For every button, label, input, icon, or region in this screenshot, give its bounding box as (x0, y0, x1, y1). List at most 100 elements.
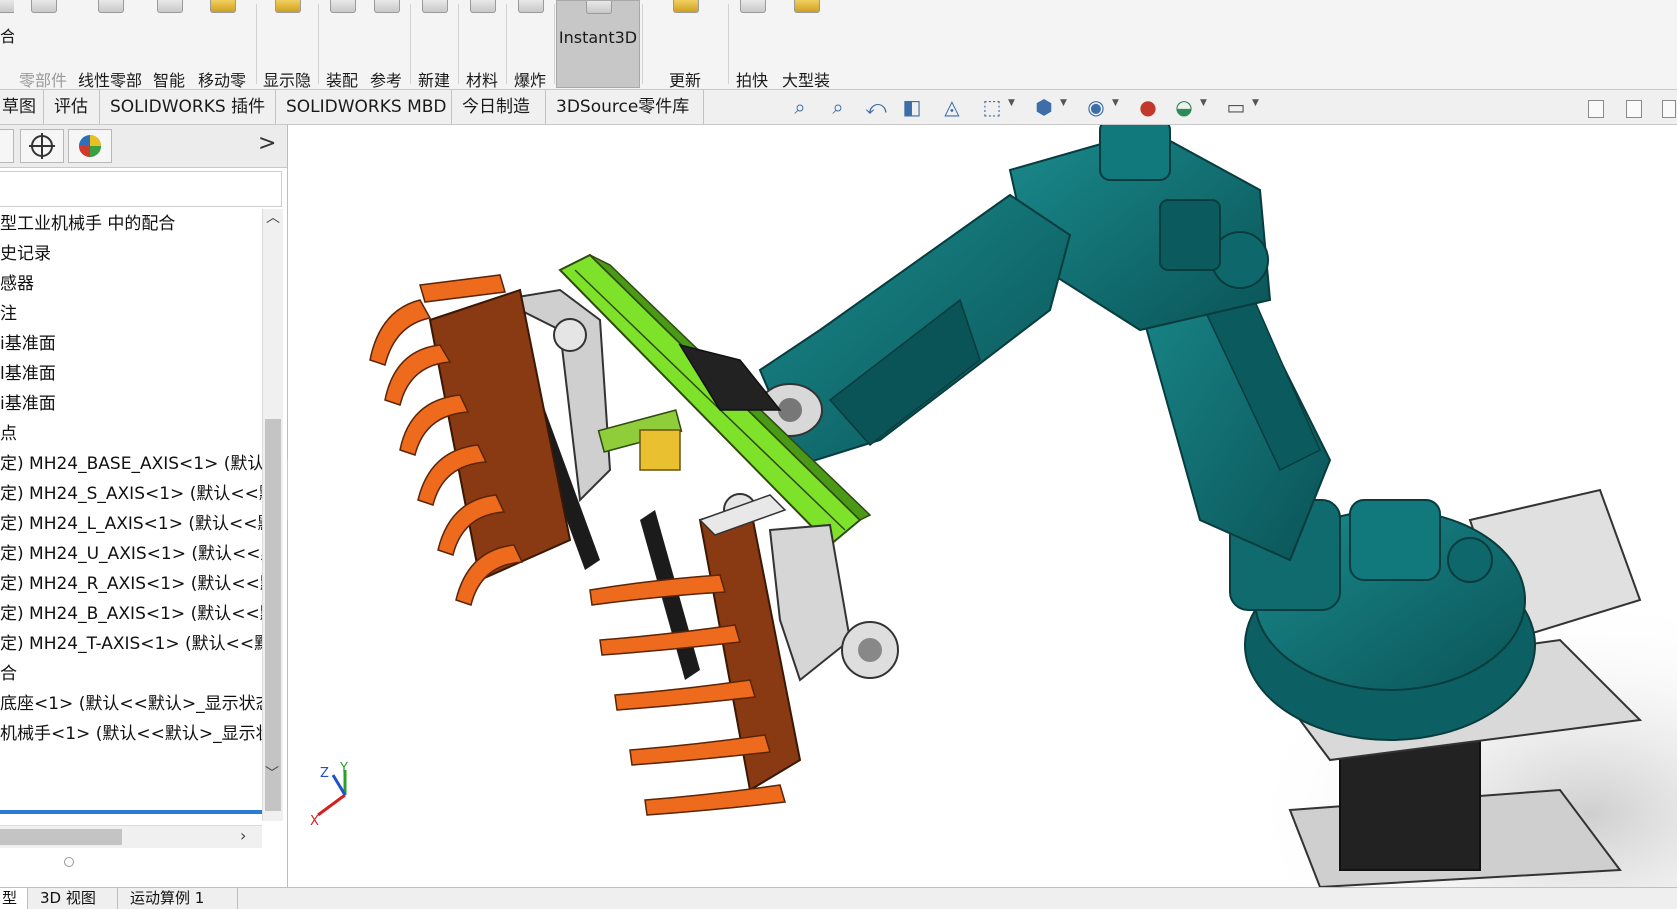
smart-fasteners-icon (157, 0, 183, 13)
show-hidden-components-button[interactable]: 显示隐 藏的零 部件 (258, 0, 316, 88)
snapshot-icon (740, 0, 766, 13)
bill-of-materials-button[interactable]: 材料 明细 表 (460, 0, 504, 88)
ribbon-label: Instant3D (558, 28, 638, 47)
dynamic-annotation-icon[interactable]: ◬ (938, 93, 966, 121)
ribbon-separator (554, 4, 555, 84)
move-component-button[interactable]: 移动零 部件 ▼ (192, 0, 252, 88)
tree-item-origin[interactable]: 点 (0, 419, 17, 449)
speedpak-icon (673, 0, 699, 13)
tab-evaluate[interactable]: 评估 (44, 90, 100, 124)
view-settings-icon[interactable]: ▭ (1222, 93, 1250, 121)
tab-motion-study-1[interactable]: 运动算例 1 (118, 888, 238, 909)
smart-fasteners-button[interactable]: 智能 扣件 (148, 0, 190, 88)
ribbon-label: 参考 几... (369, 71, 402, 88)
gripper-fork-left[interactable] (369, 274, 572, 606)
tree-vertical-scrollbar[interactable]: ︿ (262, 209, 283, 821)
maximize-pane-icon[interactable] (1626, 100, 1642, 118)
tree-item-front-plane[interactable]: i基准面 (0, 329, 56, 359)
feature-manager-icon[interactable] (0, 129, 14, 163)
close-pane-icon[interactable] (1662, 100, 1676, 118)
tree-item-mates-folder[interactable]: 合 (0, 659, 17, 689)
graphics-area[interactable]: X Y Z (288, 125, 1677, 887)
tab-sketch[interactable]: 草图 (0, 90, 44, 124)
tree-item-l-axis[interactable]: 定) MH24_L_AXIS<1> (默认<<默 (0, 509, 262, 539)
tree-item-base[interactable]: 底座<1> (默认<<默认>_显示状态 (0, 689, 262, 719)
view-orientation-icon[interactable]: ⬚ (978, 93, 1006, 121)
tree-item-sensors[interactable]: 感器 (0, 269, 34, 299)
previous-view-icon[interactable]: ⤺ (862, 93, 890, 121)
panel-grip-icon[interactable] (64, 857, 74, 867)
tree-rollback-bar[interactable] (0, 810, 262, 814)
hide-show-items-icon[interactable]: ◉ (1082, 93, 1110, 121)
tab-solidworks-mbd[interactable]: SOLIDWORKS MBD (276, 90, 452, 124)
tree-item-mates[interactable]: 型工业机械手 中的配合 (0, 209, 175, 239)
triad-x-label: X (310, 814, 319, 829)
chevron-down-icon[interactable]: ﹀ (262, 765, 282, 783)
property-manager-icon[interactable] (20, 129, 64, 163)
tree-item-right-plane[interactable]: i基准面 (0, 389, 56, 419)
ribbon-label: 显示隐 藏的零 部件 (262, 71, 311, 88)
tree-horizontal-scrollbar[interactable]: › (0, 825, 262, 848)
feature-manager-panel: > 型工业机械手 中的配合 史记录 感器 注 i基准面 l基准面 i基准面 点 … (0, 125, 288, 887)
triad-y-label: Y (339, 761, 348, 776)
tree-item-top-plane[interactable]: l基准面 (0, 359, 56, 389)
ribbon-separator (410, 4, 411, 84)
tree-item-u-axis[interactable]: 定) MH24_U_AXIS<1> (默认<<默 (0, 539, 262, 569)
exploded-view-button[interactable]: 爆炸 视图 ▼ (508, 0, 552, 88)
ribbon-label: 材料 明细 表 (465, 71, 498, 88)
chevron-down-icon[interactable]: ▼ (1200, 98, 1207, 108)
chevron-down-icon[interactable]: ▼ (1008, 98, 1015, 108)
apply-scene-icon[interactable]: ◒ (1170, 93, 1198, 121)
chevron-up-icon[interactable]: ︿ (263, 209, 283, 227)
display-manager-icon[interactable] (68, 129, 112, 163)
large-assembly-mode-button[interactable]: 大型装 配体模 式 (776, 0, 836, 88)
linear-pattern-icon (98, 0, 124, 13)
chevron-right-icon[interactable]: › (240, 826, 246, 846)
ribbon-separator (318, 4, 319, 84)
bom-icon (470, 0, 496, 13)
assembly-features-icon (330, 0, 356, 13)
robot-model[interactable]: X Y Z (288, 125, 1677, 887)
reference-geometry-button[interactable]: 参考 几... ▼ (364, 0, 408, 88)
tree-item-manipulator[interactable]: 机械手<1> (默认<<默认>_显示状 (0, 719, 262, 749)
motion-study-icon (422, 0, 448, 13)
scrollbar-thumb[interactable] (0, 829, 122, 845)
zoom-area-icon[interactable]: ⌕ (824, 93, 852, 121)
ribbon-label: 零部件 预览窗 口 (18, 71, 67, 88)
tree-item-annotations[interactable]: 注 (0, 299, 17, 329)
view-triad[interactable]: X Y Z (310, 761, 348, 829)
component-preview-window-button[interactable]: 零部件 预览窗 口 (12, 0, 74, 88)
edit-appearance-icon[interactable]: ● (1134, 93, 1162, 121)
feature-tree: 型工业机械手 中的配合 史记录 感器 注 i基准面 l基准面 i基准面 点 定)… (0, 209, 262, 887)
assembly-features-button[interactable]: 装配 体... ▼ (320, 0, 364, 88)
ribbon-separator (458, 4, 459, 84)
scrollbar-thumb[interactable] (265, 419, 281, 811)
display-style-icon[interactable]: ⬢ (1030, 93, 1058, 121)
instant3d-button[interactable]: Instant3D (556, 0, 640, 88)
tree-item-history[interactable]: 史记录 (0, 239, 51, 269)
tree-item-base-axis[interactable]: 定) MH24_BASE_AXIS<1> (默认< (0, 449, 262, 479)
linear-component-pattern-button[interactable]: 线性零部 件阵列 ▼ (74, 0, 146, 88)
chevron-down-icon[interactable]: ▼ (1112, 98, 1119, 108)
tree-item-r-axis[interactable]: 定) MH24_R_AXIS<1> (默认<<默 (0, 569, 262, 599)
section-view-icon[interactable]: ◧ (898, 93, 926, 121)
zoom-to-fit-icon[interactable]: ⌕ (786, 93, 814, 121)
tree-filter-input[interactable] (0, 171, 282, 207)
tab-solidworks-addins[interactable]: SOLIDWORKS 插件 (100, 90, 276, 124)
tree-item-s-axis[interactable]: 定) MH24_S_AXIS<1> (默认<<默 (0, 479, 262, 509)
ribbon-label: 装配 体... (325, 71, 358, 88)
new-motion-study-button[interactable]: 新建 运动 算例 (412, 0, 456, 88)
tab-manufacturing-today[interactable]: 今日制造 (452, 90, 546, 124)
tree-item-b-axis[interactable]: 定) MH24_B_AXIS<1> (默认<<默 (0, 599, 262, 629)
chevron-down-icon[interactable]: ▼ (1060, 98, 1067, 108)
tab-model[interactable]: 型 (0, 888, 28, 909)
tree-item-t-axis[interactable]: 定) MH24_T-AXIS<1> (默认<<默 (0, 629, 262, 659)
component-preview-icon (31, 0, 57, 13)
tab-3dsource-library[interactable]: 3DSource零件库 (546, 90, 704, 124)
panel-expand-icon[interactable]: > (258, 131, 276, 156)
take-snapshot-button[interactable]: 拍快 照 (730, 0, 774, 88)
chevron-down-icon[interactable]: ▼ (1252, 98, 1259, 108)
tab-3d-views[interactable]: 3D 视图 (28, 888, 118, 909)
update-speedpak-button[interactable]: 更新 Speedpak (644, 0, 726, 88)
restore-pane-icon[interactable] (1588, 100, 1604, 118)
